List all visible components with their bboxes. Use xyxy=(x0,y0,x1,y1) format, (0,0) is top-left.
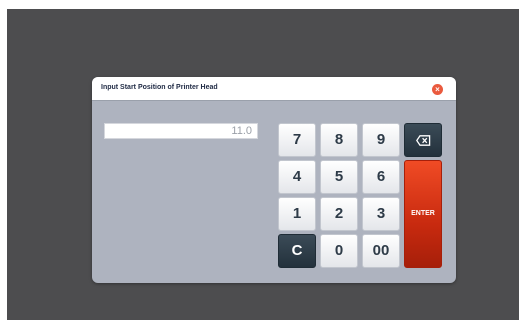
dialog-title: Input Start Position of Printer Head xyxy=(101,84,218,91)
backspace-button[interactable] xyxy=(404,123,442,157)
position-input-field[interactable]: 11.0 xyxy=(104,123,258,139)
clear-button[interactable]: C xyxy=(278,234,316,268)
enter-button[interactable]: ENTER xyxy=(404,160,442,268)
key-8[interactable]: 8 xyxy=(320,123,358,157)
key-9[interactable]: 9 xyxy=(362,123,400,157)
key-1[interactable]: 1 xyxy=(278,197,316,231)
close-button[interactable]: × xyxy=(432,84,443,95)
input-dialog: Input Start Position of Printer Head × 1… xyxy=(92,77,456,283)
backspace-icon xyxy=(416,135,431,146)
key-4[interactable]: 4 xyxy=(278,160,316,194)
close-icon: × xyxy=(435,85,440,94)
key-00[interactable]: 00 xyxy=(362,234,400,268)
key-2[interactable]: 2 xyxy=(320,197,358,231)
key-6[interactable]: 6 xyxy=(362,160,400,194)
key-7[interactable]: 7 xyxy=(278,123,316,157)
dialog-title-bar: Input Start Position of Printer Head × xyxy=(92,77,456,101)
app-screen: Input Start Position of Printer Head × 1… xyxy=(7,9,519,320)
key-5[interactable]: 5 xyxy=(320,160,358,194)
key-3[interactable]: 3 xyxy=(362,197,400,231)
key-0[interactable]: 0 xyxy=(320,234,358,268)
